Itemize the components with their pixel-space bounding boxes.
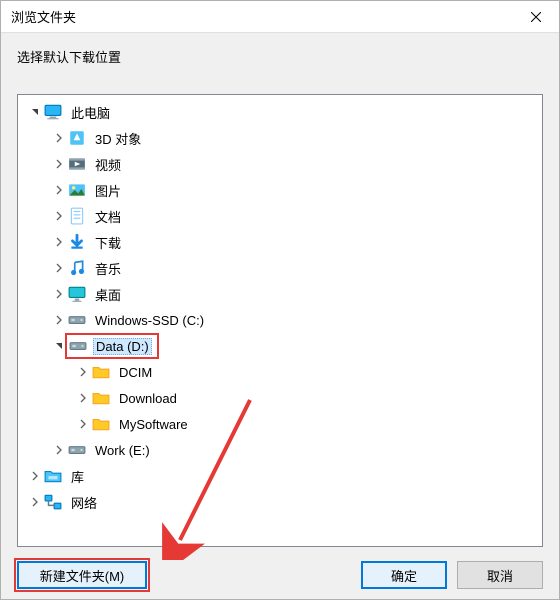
tree-node-label: 网络 <box>68 492 100 513</box>
chevron-right-icon[interactable] <box>52 287 66 301</box>
documents-icon <box>68 207 86 225</box>
tree-node-3d[interactable]: 3D 对象 <box>20 125 542 151</box>
drive-icon <box>69 337 87 355</box>
folder-tree[interactable]: 此电脑 3D 对象视频图片文档下载音乐桌面 Windows-SSD (C:) Data… <box>18 95 542 546</box>
chevron-right-icon[interactable] <box>52 443 66 457</box>
desktop-icon <box>68 285 86 303</box>
tree-node-desktop[interactable]: 桌面 <box>20 281 542 307</box>
instruction-text: 选择默认下载位置 <box>17 47 543 66</box>
browse-folder-dialog: 浏览文件夹 选择默认下载位置 此电脑 3D 对象视频图片文档下载音乐桌面 Windo… <box>0 0 560 600</box>
chevron-right-icon[interactable] <box>52 261 66 275</box>
drive-icon <box>68 311 86 329</box>
tree-node-label: Work (E:) <box>92 442 153 459</box>
tree-node-label: 文档 <box>92 206 124 227</box>
tree-node-music[interactable]: 音乐 <box>20 255 542 281</box>
dialog-body: 选择默认下载位置 此电脑 3D 对象视频图片文档下载音乐桌面 Windows-SSD… <box>1 33 559 599</box>
libraries-icon <box>44 467 62 485</box>
button-row: 新建文件夹(M) 确定 取消 <box>17 547 543 589</box>
drive-icon <box>68 441 86 459</box>
tree-node-label: 库 <box>68 466 87 487</box>
tree-node-this_pc[interactable]: 此电脑 <box>20 99 542 125</box>
downloads-icon <box>68 233 86 251</box>
chevron-right-icon[interactable] <box>76 417 90 431</box>
video-icon <box>68 155 86 173</box>
tree-node-pictures[interactable]: 图片 <box>20 177 542 203</box>
tree-node-label: MySoftware <box>116 416 191 433</box>
tree-node-libraries[interactable]: 库 <box>20 463 542 489</box>
tree-node-downloads[interactable]: 下载 <box>20 229 542 255</box>
folder-tree-container: 此电脑 3D 对象视频图片文档下载音乐桌面 Windows-SSD (C:) Data… <box>17 94 543 547</box>
chevron-right-icon[interactable] <box>52 183 66 197</box>
chevron-down-icon[interactable] <box>28 105 42 119</box>
tree-node-documents[interactable]: 文档 <box>20 203 542 229</box>
tree-node-label: DCIM <box>116 364 155 381</box>
dialog-title: 浏览文件夹 <box>11 7 76 26</box>
tree-node-dcim[interactable]: DCIM <box>20 359 542 385</box>
tree-node-label: 音乐 <box>92 258 124 279</box>
annotation-highlight: Data (D:) <box>68 336 156 356</box>
monitor-icon <box>44 103 62 121</box>
folder-icon <box>92 363 110 381</box>
tree-node-label: 视频 <box>92 154 124 175</box>
chevron-right-icon[interactable] <box>76 365 90 379</box>
tree-node-label: Windows-SSD (C:) <box>92 312 207 329</box>
chevron-right-icon[interactable] <box>76 391 90 405</box>
close-icon <box>531 12 541 22</box>
tree-node-label: 3D 对象 <box>92 128 144 149</box>
tree-node-network[interactable]: 网络 <box>20 489 542 515</box>
chevron-right-icon[interactable] <box>52 313 66 327</box>
chevron-right-icon[interactable] <box>52 209 66 223</box>
tree-node-label: 下载 <box>92 232 124 253</box>
tree-node-mysoftware[interactable]: MySoftware <box>20 411 542 437</box>
chevron-right-icon[interactable] <box>52 131 66 145</box>
chevron-down-icon[interactable] <box>52 339 66 353</box>
chevron-right-icon[interactable] <box>28 469 42 483</box>
tree-node-label: Download <box>116 390 180 407</box>
tree-node-drive_d[interactable]: Data (D:) <box>20 333 542 359</box>
chevron-right-icon[interactable] <box>52 235 66 249</box>
network-icon <box>44 493 62 511</box>
music-icon <box>68 259 86 277</box>
chevron-right-icon[interactable] <box>52 157 66 171</box>
3d-icon <box>68 129 86 147</box>
folder-icon <box>92 415 110 433</box>
close-button[interactable] <box>513 1 559 33</box>
tree-node-videos[interactable]: 视频 <box>20 151 542 177</box>
pictures-icon <box>68 181 86 199</box>
folder-icon <box>92 389 110 407</box>
tree-node-label: 此电脑 <box>68 102 113 123</box>
tree-node-label: 图片 <box>92 180 124 201</box>
new-folder-button[interactable]: 新建文件夹(M) <box>17 561 147 589</box>
chevron-right-icon[interactable] <box>28 495 42 509</box>
tree-node-label: Data (D:) <box>93 338 152 355</box>
tree-node-label: 桌面 <box>92 284 124 305</box>
titlebar: 浏览文件夹 <box>1 1 559 33</box>
tree-node-drive_e[interactable]: Work (E:) <box>20 437 542 463</box>
cancel-button[interactable]: 取消 <box>457 561 543 589</box>
ok-button[interactable]: 确定 <box>361 561 447 589</box>
tree-node-download_folder[interactable]: Download <box>20 385 542 411</box>
tree-node-drive_c[interactable]: Windows-SSD (C:) <box>20 307 542 333</box>
